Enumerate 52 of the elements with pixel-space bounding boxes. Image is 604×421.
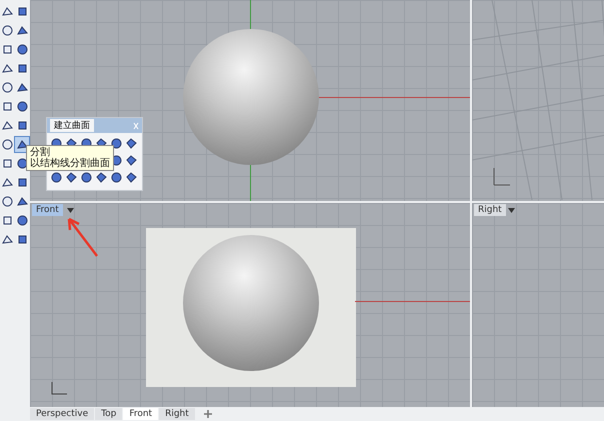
- viewport-label[interactable]: Right: [474, 204, 506, 216]
- viewport-tab[interactable]: Top: [95, 408, 122, 420]
- circle-icon: [111, 138, 122, 149]
- tool-button[interactable]: [0, 137, 14, 152]
- tool-button[interactable]: [0, 80, 14, 95]
- add-tab-icon[interactable]: [204, 410, 212, 418]
- square-icon: [16, 120, 28, 131]
- tool-button[interactable]: [109, 171, 124, 184]
- diamond-icon: [126, 155, 137, 166]
- viewport-tab[interactable]: Perspective: [30, 408, 94, 420]
- viewport-tab[interactable]: Front: [123, 408, 158, 420]
- tool-button[interactable]: [49, 171, 64, 184]
- triangle-icon: [16, 25, 28, 36]
- axis-icon: [50, 381, 70, 397]
- viewport-label[interactable]: Front: [32, 204, 63, 216]
- tool-button[interactable]: [15, 99, 29, 114]
- tool-button[interactable]: [94, 171, 109, 184]
- caret-icon[interactable]: [508, 207, 515, 214]
- panel-title: 建立曲面: [50, 119, 94, 132]
- square-icon: [16, 6, 28, 17]
- triangle-icon: [16, 139, 28, 150]
- tool-button[interactable]: [0, 23, 14, 38]
- square-icon: [16, 63, 28, 74]
- circle-icon: [111, 172, 122, 183]
- tool-button[interactable]: [124, 171, 139, 184]
- triangle-icon: [16, 82, 28, 93]
- tool-button[interactable]: [124, 154, 139, 167]
- tool-button[interactable]: [79, 171, 94, 184]
- viewport-tab[interactable]: Right: [159, 408, 195, 420]
- tooltip-text: 以结构线分割曲面: [30, 158, 110, 169]
- tool-button[interactable]: [15, 156, 29, 171]
- circle-icon: [81, 172, 92, 183]
- triangle-icon: [16, 196, 28, 207]
- tool-button[interactable]: [64, 171, 79, 184]
- square-icon: [16, 177, 28, 188]
- circle-icon: [16, 158, 28, 169]
- tooltip-text: 分割: [30, 147, 50, 158]
- circle-icon: [16, 44, 28, 55]
- caret-icon[interactable]: [67, 207, 74, 214]
- tool-button[interactable]: [124, 137, 139, 150]
- tool-button[interactable]: [0, 194, 14, 209]
- diamond-icon: [126, 172, 137, 183]
- square-icon: [16, 234, 28, 245]
- annotation-arrow: [66, 216, 100, 258]
- tool-button[interactable]: [15, 42, 29, 57]
- circle-icon: [16, 101, 28, 112]
- tool-button[interactable]: [15, 137, 29, 152]
- circle-icon: [51, 172, 62, 183]
- tool-button[interactable]: [15, 213, 29, 228]
- diamond-icon: [126, 138, 137, 149]
- tool-button[interactable]: [109, 137, 124, 150]
- circle-icon: [16, 215, 28, 226]
